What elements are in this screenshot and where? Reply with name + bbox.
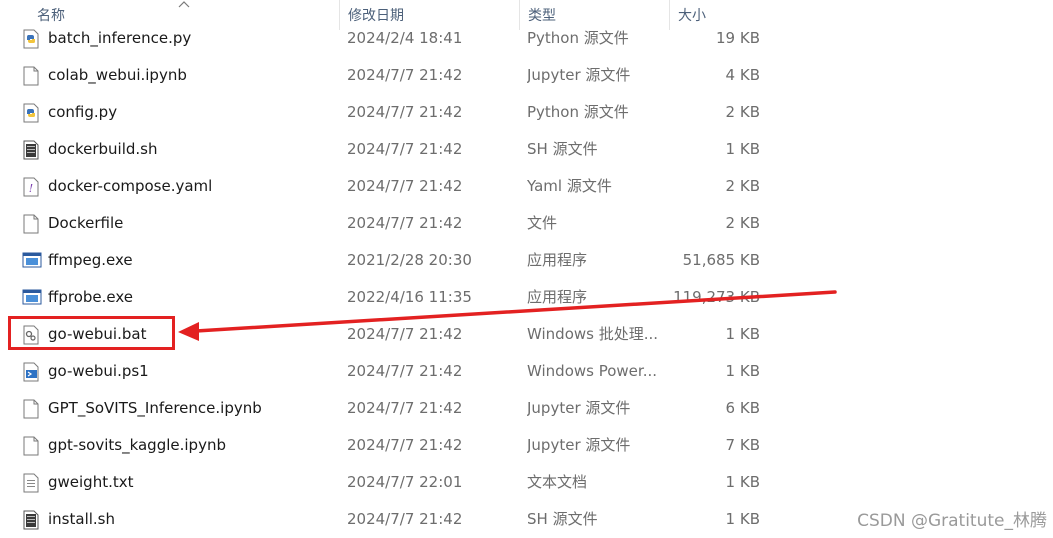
python-file-icon — [22, 29, 40, 49]
file-row[interactable]: gpt-sovits_kaggle.ipynb 2024/7/7 21:42 Jup… — [0, 427, 770, 464]
file-row[interactable]: go-webui.ps1 2024/7/7 21:42 Windows Power.… — [0, 353, 770, 390]
highlight-box — [8, 316, 175, 350]
file-row[interactable]: install.sh 2024/7/7 21:42 SH 源文件 1 KB — [0, 501, 770, 538]
file-name: gpt-sovits_kaggle.ipynb — [48, 436, 226, 454]
file-modified-date: 2024/7/7 21:42 — [347, 399, 463, 417]
file-size: 1 KB — [725, 473, 760, 491]
file-type: Windows Power... — [527, 362, 658, 380]
document-file-icon — [22, 66, 40, 86]
file-row[interactable]: config.py 2024/7/7 21:42 Python 源文件 2 KB — [0, 94, 770, 131]
file-type: 文件 — [527, 214, 558, 232]
file-row[interactable]: gweight.txt 2024/7/7 22:01 文本文档 1 KB — [0, 464, 770, 501]
file-type: SH 源文件 — [527, 510, 598, 528]
file-modified-date: 2024/7/7 21:42 — [347, 177, 463, 195]
file-type: Windows 批处理... — [527, 325, 659, 343]
file-row[interactable]: GPT_SoVITS_Inference.ipynb 2024/7/7 21:42… — [0, 390, 770, 427]
file-type: Jupyter 源文件 — [527, 436, 631, 454]
document-file-icon — [22, 399, 40, 419]
file-type: SH 源文件 — [527, 140, 598, 158]
file-name: config.py — [48, 103, 118, 121]
file-size: 51,685 KB — [682, 251, 760, 269]
file-size: 19 KB — [716, 29, 760, 47]
file-size: 1 KB — [725, 362, 760, 380]
application-icon — [22, 251, 42, 271]
file-name: gweight.txt — [48, 473, 134, 491]
shell-file-icon — [22, 140, 40, 160]
file-type: 应用程序 — [527, 251, 588, 269]
file-size: 2 KB — [725, 103, 760, 121]
file-type: Jupyter 源文件 — [527, 399, 631, 417]
file-modified-date: 2024/7/7 22:01 — [347, 473, 463, 491]
sort-ascending-icon — [178, 1, 190, 8]
file-modified-date: 2024/7/7 21:42 — [347, 214, 463, 232]
file-type: Jupyter 源文件 — [527, 66, 631, 84]
file-size: 1 KB — [725, 140, 760, 158]
file-name: Dockerfile — [48, 214, 124, 232]
file-modified-date: 2022/4/16 11:35 — [347, 288, 472, 306]
file-size: 119,273 KB — [673, 288, 760, 306]
file-row[interactable]: colab_webui.ipynb 2024/7/7 21:42 Jupyter 源… — [0, 57, 770, 94]
file-name: dockerbuild.sh — [48, 140, 158, 158]
python-file-icon — [22, 103, 40, 123]
file-size: 7 KB — [725, 436, 760, 454]
file-name: colab_webui.ipynb — [48, 66, 187, 84]
powershell-file-icon — [22, 362, 40, 382]
blank-file-icon — [22, 214, 40, 234]
file-size: 2 KB — [725, 177, 760, 195]
document-file-icon — [22, 436, 40, 456]
file-row[interactable]: batch_inference.py 2024/2/4 18:41 Python 源… — [0, 20, 770, 57]
file-modified-date: 2024/7/7 21:42 — [347, 103, 463, 121]
file-name: install.sh — [48, 510, 115, 528]
file-type: Yaml 源文件 — [527, 177, 612, 195]
svg-text:!: ! — [29, 182, 33, 195]
file-size: 6 KB — [725, 399, 760, 417]
file-row[interactable]: ffmpeg.exe 2021/2/28 20:30 应用程序 51,685 KB — [0, 242, 770, 279]
watermark: CSDN @Gratitute_林腾 — [857, 511, 1047, 531]
file-size: 2 KB — [725, 214, 760, 232]
file-size: 1 KB — [725, 325, 760, 343]
file-modified-date: 2024/7/7 21:42 — [347, 140, 463, 158]
file-modified-date: 2021/2/28 20:30 — [347, 251, 472, 269]
file-modified-date: 2024/7/7 21:42 — [347, 510, 463, 528]
file-modified-date: 2024/2/4 18:41 — [347, 29, 463, 47]
text-file-icon — [22, 473, 40, 493]
file-name: ffmpeg.exe — [48, 251, 133, 269]
application-icon — [22, 288, 42, 308]
file-name: ffprobe.exe — [48, 288, 133, 306]
yaml-file-icon: ! — [22, 177, 40, 197]
file-name: GPT_SoVITS_Inference.ipynb — [48, 399, 262, 417]
file-modified-date: 2024/7/7 21:42 — [347, 362, 463, 380]
file-row[interactable]: ! docker-compose.yaml 2024/7/7 21:42 Yaml 源… — [0, 168, 770, 205]
file-size: 4 KB — [725, 66, 760, 84]
file-name: docker-compose.yaml — [48, 177, 213, 195]
file-row[interactable]: Dockerfile 2024/7/7 21:42 文件 2 KB — [0, 205, 770, 242]
file-size: 1 KB — [725, 510, 760, 528]
file-modified-date: 2024/7/7 21:42 — [347, 325, 463, 343]
file-row[interactable]: ffprobe.exe 2022/4/16 11:35 应用程序 119,273 KB — [0, 279, 770, 316]
file-modified-date: 2024/7/7 21:42 — [347, 66, 463, 84]
file-type: 应用程序 — [527, 288, 588, 306]
shell-file-icon — [22, 510, 40, 530]
file-name: go-webui.ps1 — [48, 362, 149, 380]
file-row[interactable]: dockerbuild.sh 2024/7/7 21:42 SH 源文件 1 KB — [0, 131, 770, 168]
file-name: batch_inference.py — [48, 29, 192, 47]
file-type: 文本文档 — [527, 473, 588, 491]
file-type: Python 源文件 — [527, 103, 629, 121]
file-type: Python 源文件 — [527, 29, 629, 47]
file-modified-date: 2024/7/7 21:42 — [347, 436, 463, 454]
